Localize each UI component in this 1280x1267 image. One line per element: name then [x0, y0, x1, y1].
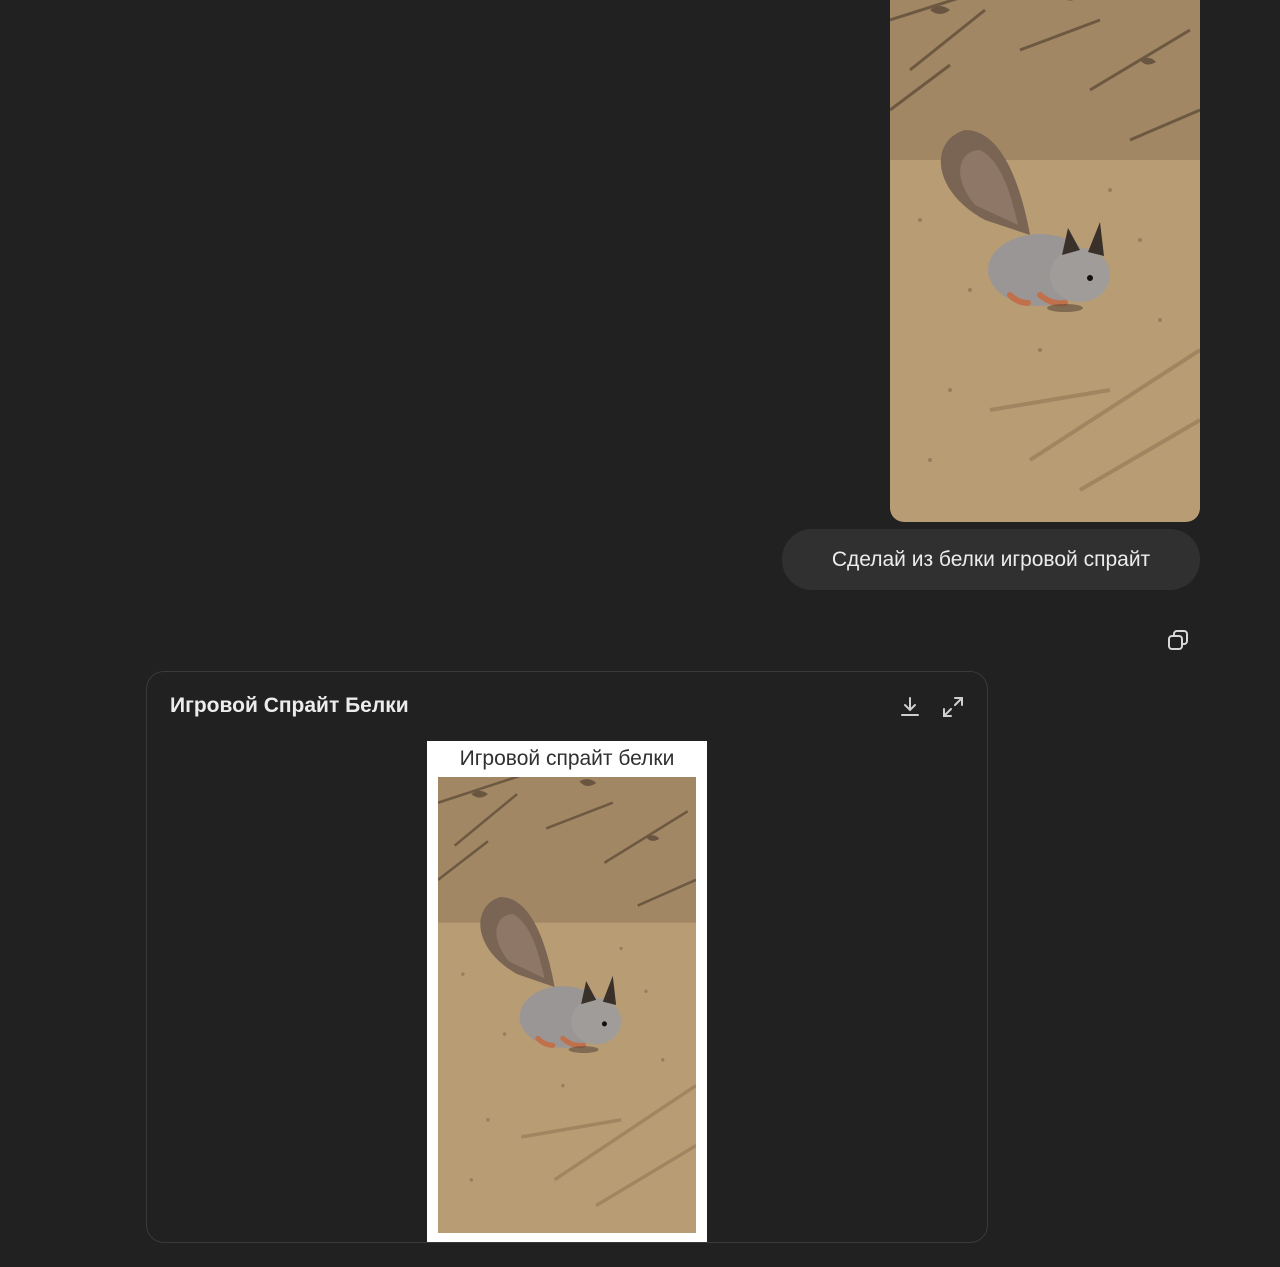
user-message-bubble: Сделай из белки игровой спрайт	[782, 529, 1200, 590]
expand-icon[interactable]	[940, 694, 966, 720]
sprite-preview: Игровой спрайт белки	[427, 741, 707, 1242]
squirrel-photo[interactable]	[890, 0, 1200, 522]
squirrel-image	[890, 0, 1200, 522]
sprite-image	[438, 777, 696, 1233]
user-message-text: Сделай из белки игровой спрайт	[831, 547, 1151, 571]
copy-icon[interactable]	[1164, 627, 1192, 655]
artifact-card: Игровой Спрайт Белки Игровой спрайт белк…	[146, 671, 988, 1243]
download-icon[interactable]	[897, 694, 923, 720]
sprite-caption: Игровой спрайт белки	[459, 747, 675, 770]
artifact-title: Игровой Спрайт Белки	[170, 694, 409, 717]
